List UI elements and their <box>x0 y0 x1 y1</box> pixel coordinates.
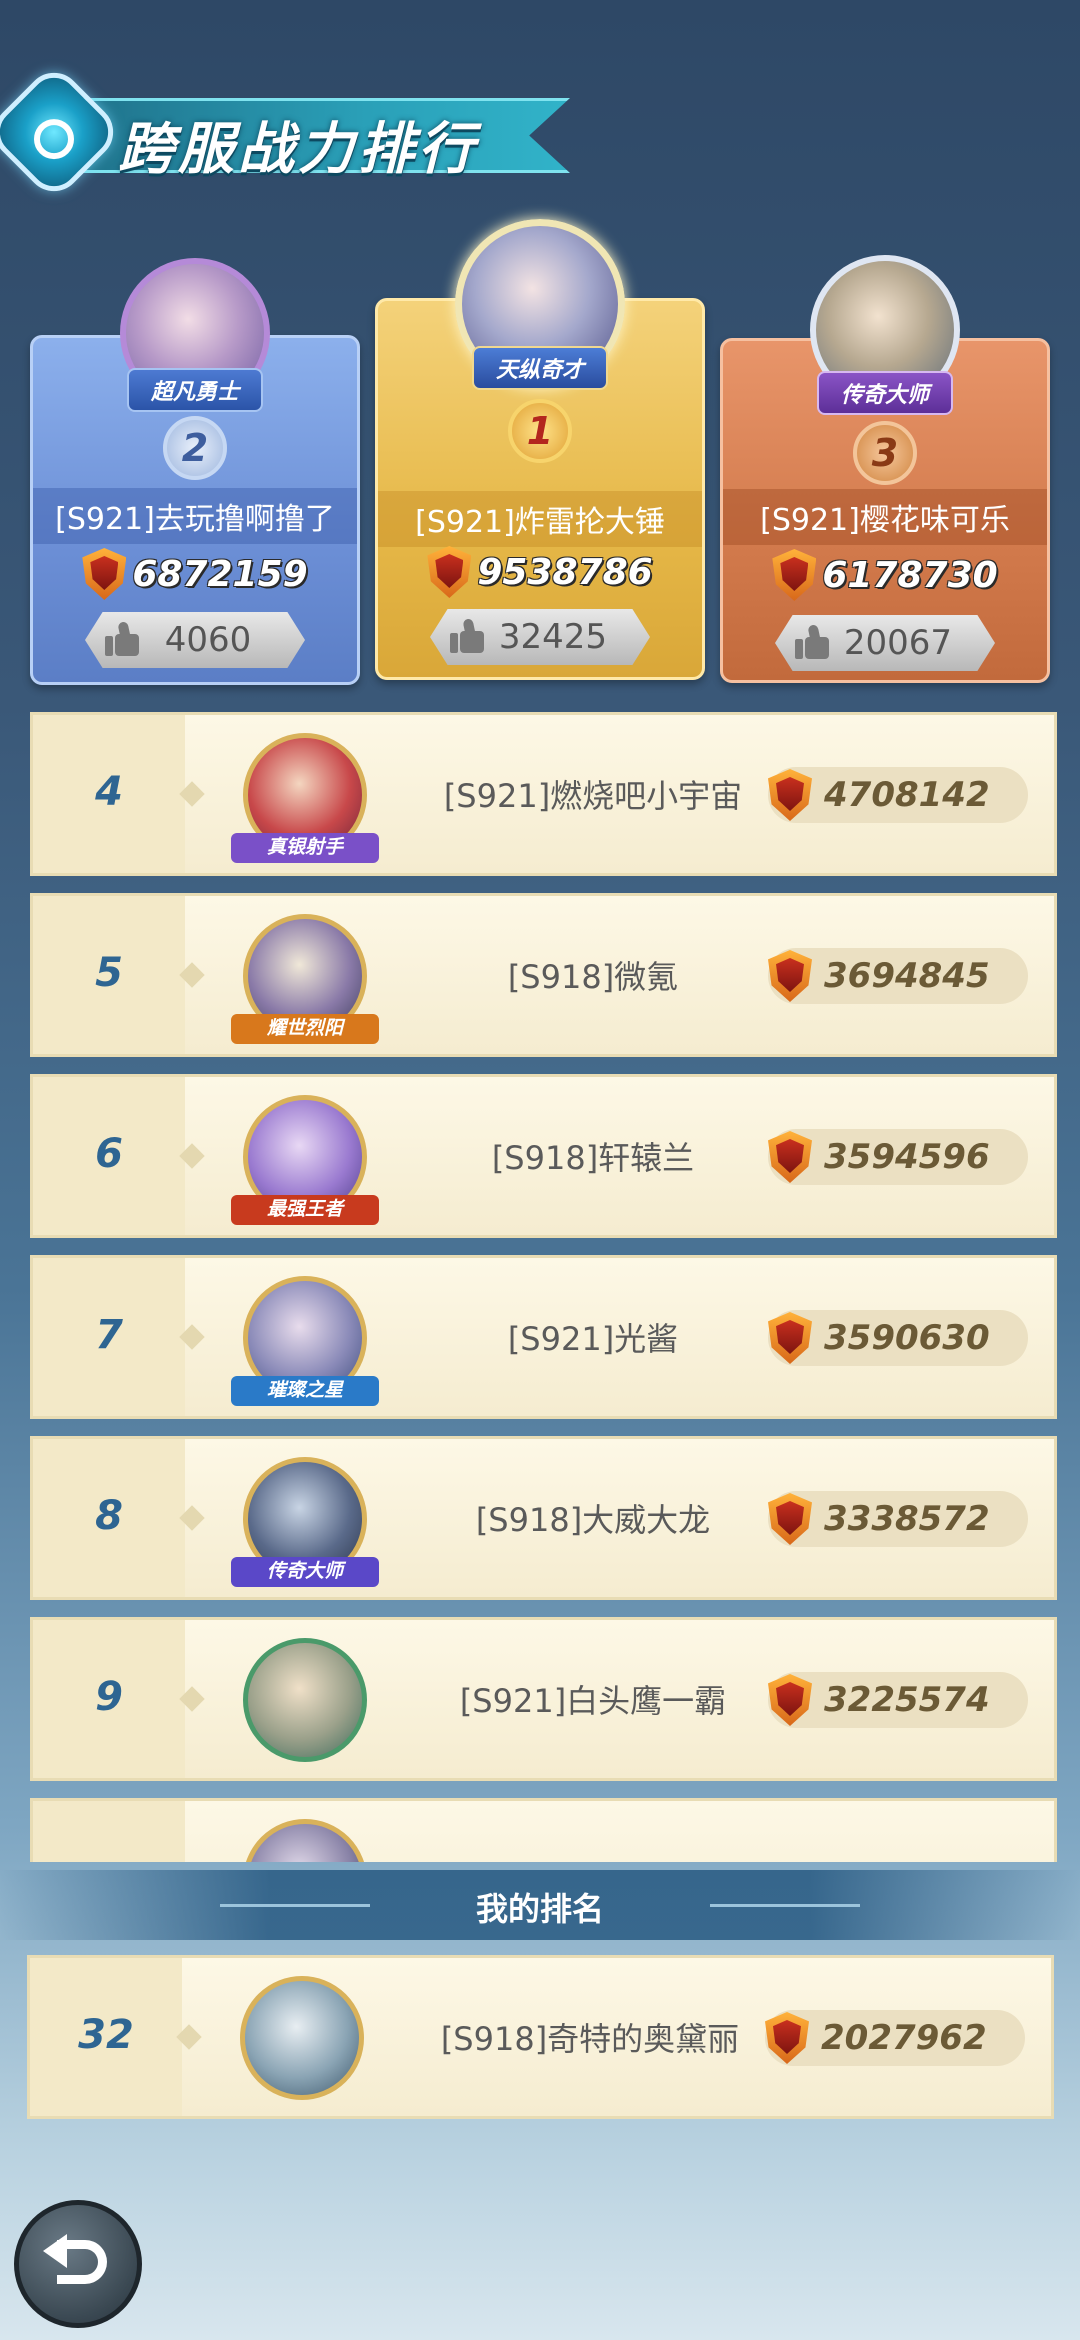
my-rank-row[interactable]: 32 [S918]奇特的奥黛丽 2027962 <box>27 1955 1054 2119</box>
list-item[interactable]: 8 传奇大师 [S918]大威大龙 3338572 <box>30 1436 1057 1600</box>
player-name: [S921]光酱 <box>507 1320 679 1358</box>
power-value: 3594596 <box>824 1137 990 1177</box>
like-button[interactable]: 32425 <box>430 609 650 665</box>
like-count: 20067 <box>843 623 953 663</box>
my-rank-label: 我的排名 <box>475 1890 604 1928</box>
power-value: 3590630 <box>824 1318 990 1358</box>
rank-number: 32 <box>78 2012 134 2058</box>
rank-number: 4 <box>95 769 123 815</box>
thumbs-up-icon <box>450 618 486 655</box>
player-name: [S918]轩辕兰 <box>491 1139 695 1177</box>
power-value: 9538786 <box>477 551 653 593</box>
player-name: [S918]大威大龙 <box>475 1501 711 1539</box>
thumbs-up-icon <box>795 624 831 661</box>
list-item[interactable]: 6 最强王者 [S918]轩辕兰 3594596 <box>30 1074 1057 1238</box>
rank-number: 9 <box>95 1674 123 1720</box>
tier-badge: 传奇大师 <box>816 371 954 415</box>
shield-power-icon <box>768 1131 812 1183</box>
power-display: 3338572 <box>768 1491 1028 1547</box>
power-display: 3694845 <box>768 948 1028 1004</box>
shield-power-icon <box>772 549 817 601</box>
power-display: 6872159 <box>33 548 357 600</box>
thumbs-up-icon <box>105 621 141 658</box>
player-name: [S918]奇特的奥黛丽 <box>440 2020 740 2058</box>
tier-badge: 最强王者 <box>231 1195 379 1225</box>
back-arrow-icon <box>43 2234 113 2294</box>
ranking-list[interactable]: 4 真银射手 [S921]燃烧吧小宇宙 4708142 5 耀世烈阳 [S918… <box>30 712 1057 1862</box>
back-button[interactable] <box>14 2200 142 2328</box>
rank-number: 7 <box>95 1312 123 1358</box>
avatar[interactable] <box>243 1638 367 1762</box>
power-display: 3594596 <box>768 1129 1028 1185</box>
power-value: 3694845 <box>824 956 990 996</box>
shield-power-icon <box>768 1493 812 1545</box>
player-name: [S918]微氪 <box>507 958 679 996</box>
player-name: [S921]燃烧吧小宇宙 <box>443 777 743 815</box>
list-item-partial[interactable] <box>30 1798 1057 1862</box>
power-display: 2027962 <box>765 2010 1025 2066</box>
list-item[interactable]: 5 耀世烈阳 [S918]微氪 3694845 <box>30 893 1057 1057</box>
player-name: [S921]樱花味可乐 <box>723 489 1047 545</box>
crown-emblem-icon <box>0 61 125 203</box>
power-display: 3225574 <box>768 1672 1028 1728</box>
power-display: 3590630 <box>768 1310 1028 1366</box>
podium-card-rank-3[interactable]: 传奇大师 3 [S921]樱花味可乐 6178730 20067 <box>720 255 1050 683</box>
like-button[interactable]: 20067 <box>775 615 995 671</box>
avatar[interactable] <box>240 1976 364 2100</box>
player-name: [S921]去玩撸啊撸了 <box>33 488 357 544</box>
shield-power-icon <box>768 950 812 1002</box>
tier-badge: 超凡勇士 <box>126 368 264 412</box>
like-count: 4060 <box>164 620 252 660</box>
power-value: 3225574 <box>824 1680 990 1720</box>
rank-medal: 1 <box>508 399 572 463</box>
tier-badge: 天纵奇才 <box>471 346 609 390</box>
rank-medal: 2 <box>163 416 227 480</box>
power-display: 6178730 <box>723 549 1047 601</box>
podium-card-rank-1[interactable]: 天纵奇才 1 [S921]炸雷抡大锤 9538786 32425 <box>375 219 705 680</box>
power-value: 6872159 <box>132 553 308 595</box>
list-item[interactable]: 9 [S921]白头鹰一霸 3225574 <box>30 1617 1057 1781</box>
power-display: 9538786 <box>378 546 702 598</box>
podium-card-rank-2[interactable]: 超凡勇士 2 [S921]去玩撸啊撸了 6872159 4060 <box>30 258 360 685</box>
my-rank-header: 我的排名 <box>0 1870 1080 1940</box>
shield-power-icon <box>765 2012 809 2064</box>
power-value: 6178730 <box>822 554 998 596</box>
avatar[interactable] <box>243 1819 367 1862</box>
tier-badge: 传奇大师 <box>231 1557 379 1587</box>
power-display: 4708142 <box>768 767 1028 823</box>
page-title: 跨服战力排行 <box>118 117 478 182</box>
like-count: 32425 <box>498 617 608 657</box>
tier-badge: 璀璨之星 <box>231 1376 379 1406</box>
rank-medal: 3 <box>853 421 917 485</box>
rank-number: 5 <box>95 950 123 996</box>
list-item[interactable]: 4 真银射手 [S921]燃烧吧小宇宙 4708142 <box>30 712 1057 876</box>
power-value: 3338572 <box>824 1499 990 1539</box>
list-item[interactable]: 7 璀璨之星 [S921]光酱 3590630 <box>30 1255 1057 1419</box>
player-name: [S921]白头鹰一霸 <box>459 1682 727 1720</box>
shield-power-icon <box>768 1312 812 1364</box>
power-value: 4708142 <box>824 775 990 815</box>
rank-number: 6 <box>95 1131 123 1177</box>
title-banner: 跨服战力排行 <box>0 61 580 203</box>
shield-power-icon <box>82 548 127 600</box>
divider <box>710 1904 860 1907</box>
shield-power-icon <box>427 546 472 598</box>
shield-power-icon <box>768 769 812 821</box>
power-value: 2027962 <box>821 2018 987 2058</box>
like-button[interactable]: 4060 <box>85 612 305 668</box>
rank-number: 8 <box>95 1493 123 1539</box>
shield-power-icon <box>768 1674 812 1726</box>
tier-badge: 真银射手 <box>231 833 379 863</box>
tier-badge: 耀世烈阳 <box>231 1014 379 1044</box>
player-name: [S921]炸雷抡大锤 <box>378 491 702 547</box>
